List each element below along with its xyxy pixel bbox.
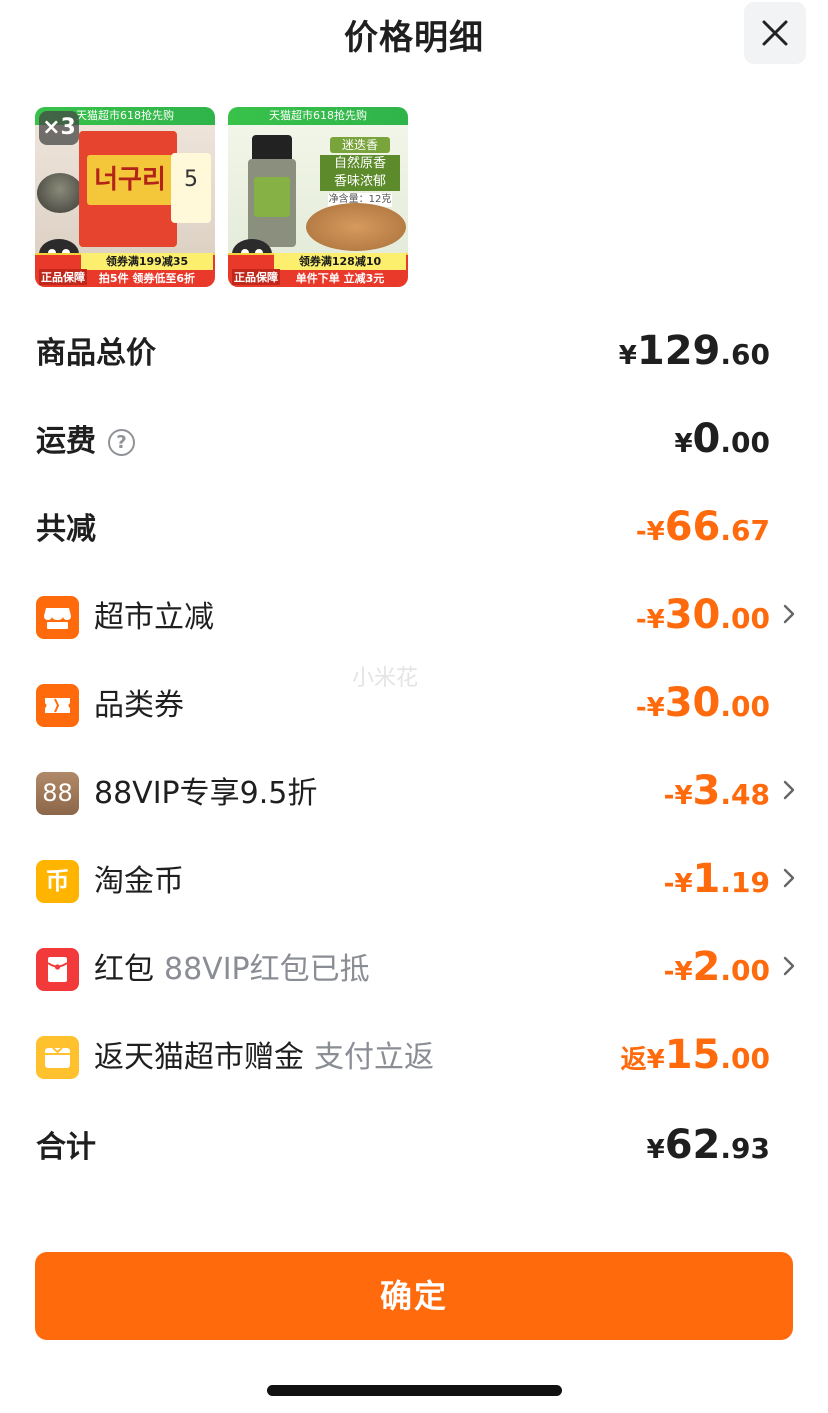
vip-discount-row[interactable]: 88 88VIP专享9.5折 -¥3.48: [36, 766, 796, 822]
cashback-note: 支付立返: [314, 1040, 434, 1075]
spice-bottle-image: [248, 135, 296, 247]
pack-count: 5: [184, 167, 198, 192]
supermarket-discount-label: 超市立减: [94, 600, 214, 635]
tagline-line1: 自然原香: [320, 155, 400, 173]
red-packet-icon: [36, 948, 79, 991]
ticket-icon: [36, 684, 79, 727]
red-packet-amount: -¥2.00: [663, 944, 770, 990]
subtotal-amount: ¥129.60: [618, 328, 770, 374]
home-indicator[interactable]: [267, 1385, 562, 1396]
red-packet-row[interactable]: 红包 88VIP红包已抵 -¥2.00: [36, 942, 796, 998]
grand-total-label: 合计: [36, 1130, 96, 1165]
cashback-row: 返天猫超市赠金 支付立返 返¥15.00: [36, 1030, 796, 1086]
category-coupon-label: 品类券: [94, 688, 184, 723]
chevron-right-icon: [783, 604, 795, 624]
cashback-label: 返天猫超市赠金 支付立返: [94, 1040, 434, 1075]
coupon-line: 领券满199减35: [81, 253, 213, 270]
page-title: 价格明细: [344, 18, 484, 58]
supermarket-discount-amount: -¥30.00: [635, 592, 770, 638]
coin-icon: 币: [36, 860, 79, 903]
product-banner: 天猫超市618抢先购: [228, 107, 408, 125]
supermarket-discount-row[interactable]: 超市立减 -¥30.00: [36, 590, 796, 646]
chevron-right-icon: [783, 868, 795, 888]
red-packet-label: 红包 88VIP红包已抵: [94, 952, 370, 987]
guarantee-badge: 正品保障: [232, 269, 280, 285]
quantity-badge: ×3: [39, 111, 79, 145]
chevron-right-icon: [783, 780, 795, 800]
watermark: 小米花: [352, 666, 419, 691]
store-icon: [36, 596, 79, 639]
product-tagline: 迷迭香 自然原香 香味浓郁 净含量：12克: [320, 137, 400, 207]
tag-label: 迷迭香: [330, 137, 390, 153]
vip-discount-amount: -¥3.48: [663, 768, 770, 814]
subtotal-label: 商品总价: [36, 336, 156, 371]
product-thumbnail-rosemary[interactable]: 天猫超市618抢先购 迷迭香 自然原香 香味浓郁 净含量：12克 领券满128减…: [228, 107, 408, 287]
gold-coin-label: 淘金币: [94, 864, 184, 899]
help-icon[interactable]: ?: [108, 429, 135, 456]
total-discount-amount: -¥66.67: [635, 504, 770, 550]
guarantee-badge: 正品保障: [39, 269, 87, 285]
grand-total-row: 合计 ¥62.93: [36, 1120, 796, 1176]
subtotal-row: 商品总价 ¥129.60: [36, 326, 796, 382]
shipping-label: 运费?: [36, 422, 135, 462]
red-packet-note: 88VIP红包已抵: [164, 952, 370, 987]
total-discount-label: 共减: [36, 512, 96, 547]
gold-coin-row[interactable]: 币 淘金币 -¥1.19: [36, 854, 796, 910]
product-thumbnail-noodles[interactable]: 天猫超市618抢先购 너구리 5 ×3 领券满199减35 拍5件 领券低至6折…: [35, 107, 215, 287]
vip-discount-label: 88VIP专享9.5折: [94, 776, 318, 811]
header: 价格明细: [0, 0, 828, 66]
confirm-button[interactable]: 确定: [35, 1252, 793, 1340]
tagline-line2: 香味浓郁: [320, 173, 400, 191]
close-icon: [762, 20, 788, 46]
grand-total-amount: ¥62.93: [646, 1122, 770, 1168]
bowl-image: [37, 173, 83, 213]
close-button[interactable]: [744, 2, 806, 64]
noodle-pack-label: 너구리: [87, 155, 173, 205]
chevron-right-icon: [783, 956, 795, 976]
88vip-icon: 88: [36, 772, 79, 815]
promo-line: 拍5件 领券低至6折: [98, 272, 196, 285]
wallet-icon: [36, 1036, 79, 1079]
cashback-amount: 返¥15.00: [620, 1032, 770, 1078]
category-coupon-amount: -¥30.00: [635, 680, 770, 726]
dish-image: [306, 203, 406, 251]
gold-coin-amount: -¥1.19: [663, 856, 770, 902]
price-card: 5: [171, 153, 211, 223]
total-discount-row: 共减 -¥66.67: [36, 502, 796, 558]
shipping-amount: ¥0.00: [674, 416, 770, 462]
coupon-line: 领券满128减10: [274, 253, 406, 270]
shipping-row: 运费? ¥0.00: [36, 414, 796, 470]
promo-line: 单件下单 立减3元: [295, 272, 385, 285]
